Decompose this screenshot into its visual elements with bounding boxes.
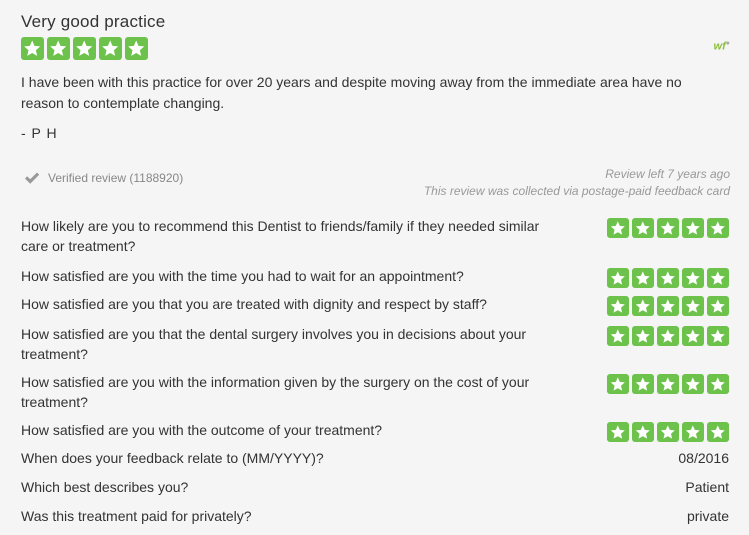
question-rating xyxy=(607,218,729,238)
star-icon xyxy=(21,37,44,60)
logo-text: wf xyxy=(713,40,726,53)
question-row: How satisfied are you with the informati… xyxy=(21,372,729,420)
star-icon xyxy=(607,374,629,394)
star-icon xyxy=(632,422,654,442)
star-icon xyxy=(657,326,679,346)
star-icon xyxy=(657,374,679,394)
star-icon xyxy=(707,268,729,288)
question-rating xyxy=(607,374,729,394)
detail-answer: Patient xyxy=(685,479,729,495)
detail-row: When does your feedback relate to (MM/YY… xyxy=(21,448,729,477)
star-icon xyxy=(99,37,122,60)
overall-rating xyxy=(21,37,148,60)
star-icon xyxy=(47,37,70,60)
detail-row: Which best describes you? Patient xyxy=(21,477,729,506)
question-row: How satisfied are you with the time you … xyxy=(21,266,729,294)
star-icon xyxy=(632,218,654,238)
star-icon xyxy=(73,37,96,60)
star-icon xyxy=(607,422,629,442)
star-icon xyxy=(682,422,704,442)
star-icon xyxy=(682,374,704,394)
star-icon xyxy=(707,296,729,316)
question-list: How likely are you to recommend this Den… xyxy=(21,216,729,530)
review-card: Very good practice wf● I have been with … xyxy=(0,0,749,535)
star-icon xyxy=(657,422,679,442)
star-icon xyxy=(707,326,729,346)
question-rating xyxy=(607,422,729,442)
question-text: How satisfied are you that you are treat… xyxy=(21,296,487,312)
question-text: How satisfied are you that the dental su… xyxy=(21,326,527,362)
question-row: How satisfied are you that the dental su… xyxy=(21,324,729,372)
review-left: Review left 7 years ago xyxy=(605,167,730,181)
review-author: - P H xyxy=(21,125,58,141)
review-collected: This review was collected via postage-pa… xyxy=(423,184,730,198)
star-icon xyxy=(607,326,629,346)
star-icon xyxy=(125,37,148,60)
star-icon xyxy=(632,374,654,394)
wf-logo-icon: wf● xyxy=(713,40,730,53)
review-body: I have been with this practice for over … xyxy=(21,74,682,111)
detail-question: Which best describes you? xyxy=(21,479,189,495)
question-text: How satisfied are you with the outcome o… xyxy=(21,422,383,438)
star-icon xyxy=(707,422,729,442)
question-rating xyxy=(607,326,729,346)
detail-question: Was this treatment paid for privately? xyxy=(21,508,252,524)
question-row: How satisfied are you that you are treat… xyxy=(21,294,729,324)
star-icon xyxy=(657,268,679,288)
star-icon xyxy=(682,296,704,316)
star-icon xyxy=(707,374,729,394)
verified-review: Verified review (1188920) xyxy=(24,171,183,185)
star-icon xyxy=(607,218,629,238)
checkmark-icon xyxy=(25,172,40,184)
star-icon xyxy=(657,296,679,316)
star-icon xyxy=(682,218,704,238)
question-text: How likely are you to recommend this Den… xyxy=(21,218,540,254)
star-icon xyxy=(632,326,654,346)
question-rating xyxy=(607,268,729,288)
detail-row: Was this treatment paid for privately? p… xyxy=(21,506,729,530)
question-row: How likely are you to recommend this Den… xyxy=(21,216,729,266)
star-icon xyxy=(632,296,654,316)
detail-answer: 08/2016 xyxy=(678,450,729,466)
star-icon xyxy=(607,296,629,316)
question-row: How satisfied are you with the outcome o… xyxy=(21,420,729,448)
detail-question: When does your feedback relate to (MM/YY… xyxy=(21,450,324,466)
star-icon xyxy=(657,218,679,238)
question-rating xyxy=(607,296,729,316)
review-meta: Review left 7 years ago This review was … xyxy=(424,166,730,200)
question-text: How satisfied are you with the informati… xyxy=(21,374,530,410)
detail-answer: private xyxy=(686,508,729,524)
star-icon xyxy=(707,218,729,238)
star-icon xyxy=(607,268,629,288)
star-icon xyxy=(682,268,704,288)
star-icon xyxy=(682,326,704,346)
review-title: Very good practice xyxy=(21,12,166,31)
verified-text: Verified review (1188920) xyxy=(48,171,184,185)
question-text: How satisfied are you with the time you … xyxy=(21,268,464,284)
star-icon xyxy=(632,268,654,288)
